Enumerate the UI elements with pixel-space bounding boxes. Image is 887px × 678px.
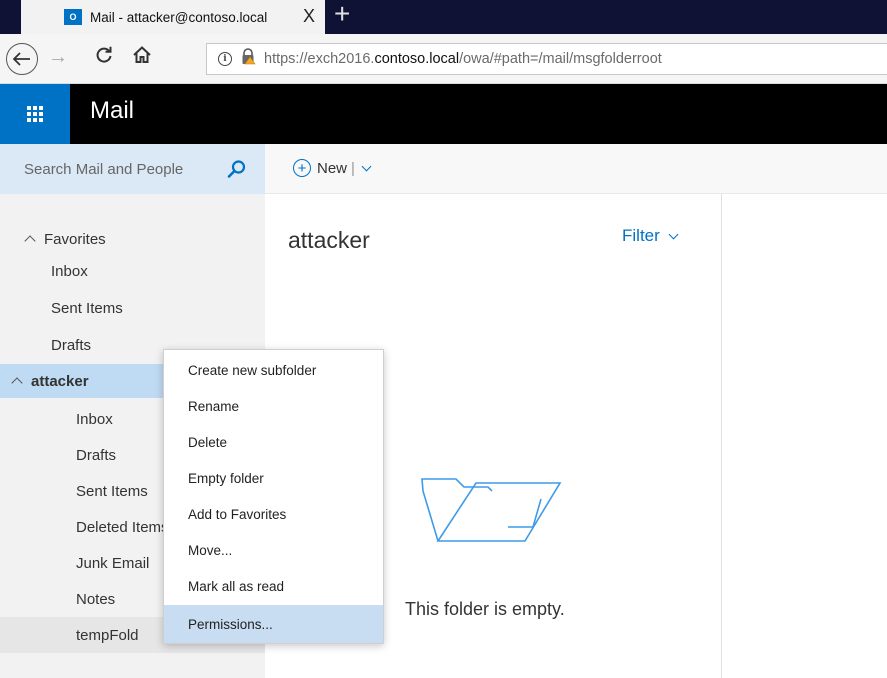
close-icon[interactable]: X xyxy=(303,6,315,27)
filter-button[interactable]: Filter xyxy=(622,226,679,246)
search-box[interactable]: Search Mail and People xyxy=(0,144,265,194)
reload-icon xyxy=(96,46,112,63)
folder-context-menu: Create new subfolder Rename Delete Empty… xyxy=(163,349,384,644)
favorite-item-inbox[interactable]: Inbox xyxy=(0,254,265,288)
command-bar: + New | xyxy=(265,144,887,194)
search-icon[interactable] xyxy=(227,159,247,184)
menu-item-move[interactable]: Move... xyxy=(164,532,383,568)
menu-item-delete[interactable]: Delete xyxy=(164,424,383,460)
favorites-header[interactable]: Favorites xyxy=(0,222,265,256)
home-button[interactable] xyxy=(132,45,152,70)
empty-folder-icon xyxy=(421,478,562,542)
chevron-up-icon xyxy=(24,235,36,247)
browser-nav-bar: → i https://exch2016.contoso.local/owa/#… xyxy=(0,34,887,84)
new-button[interactable]: + New | xyxy=(293,159,372,177)
new-tab-button[interactable]: + xyxy=(334,0,350,30)
menu-item-permissions[interactable]: Permissions... xyxy=(164,605,383,643)
menu-item-empty-folder[interactable]: Empty folder xyxy=(164,460,383,496)
favorites-label: Favorites xyxy=(44,230,106,248)
app-header: Mail xyxy=(0,84,887,144)
arrow-left-icon xyxy=(13,52,30,66)
waffle-icon xyxy=(27,106,43,122)
chevron-down-icon[interactable] xyxy=(361,161,372,171)
forward-button[interactable]: → xyxy=(48,46,68,69)
reload-button[interactable] xyxy=(94,45,114,70)
back-button[interactable] xyxy=(6,43,38,75)
browser-tab-bar: O Mail - attacker@contoso.local X + xyxy=(0,0,887,34)
lock-warning-icon[interactable] xyxy=(240,48,256,70)
menu-item-rename[interactable]: Rename xyxy=(164,388,383,424)
folder-title: attacker xyxy=(288,227,370,253)
chevron-up-icon xyxy=(11,377,23,389)
home-icon xyxy=(133,46,151,63)
menu-item-add-to-favorites[interactable]: Add to Favorites xyxy=(164,496,383,532)
app-title: Mail xyxy=(90,97,135,124)
search-input[interactable]: Search Mail and People xyxy=(24,161,183,178)
plus-icon: + xyxy=(293,159,311,177)
menu-item-create-subfolder[interactable]: Create new subfolder xyxy=(164,352,383,388)
tab-title: Mail - attacker@contoso.local xyxy=(90,9,268,25)
menu-item-mark-all-read[interactable]: Mark all as read xyxy=(164,568,383,604)
chevron-down-icon xyxy=(668,229,679,239)
address-bar[interactable]: i https://exch2016.contoso.local/owa/#pa… xyxy=(206,43,887,75)
info-icon[interactable]: i xyxy=(218,52,232,66)
app-launcher-button[interactable] xyxy=(0,84,70,144)
browser-tab[interactable]: O Mail - attacker@contoso.local X xyxy=(21,0,325,34)
empty-folder-message: This folder is empty. xyxy=(405,599,565,619)
url-text: https://exch2016.contoso.local/owa/#path… xyxy=(264,51,662,67)
favorite-item-sent-items[interactable]: Sent Items xyxy=(0,291,265,325)
outlook-icon: O xyxy=(64,9,82,25)
reading-pane xyxy=(723,194,887,678)
